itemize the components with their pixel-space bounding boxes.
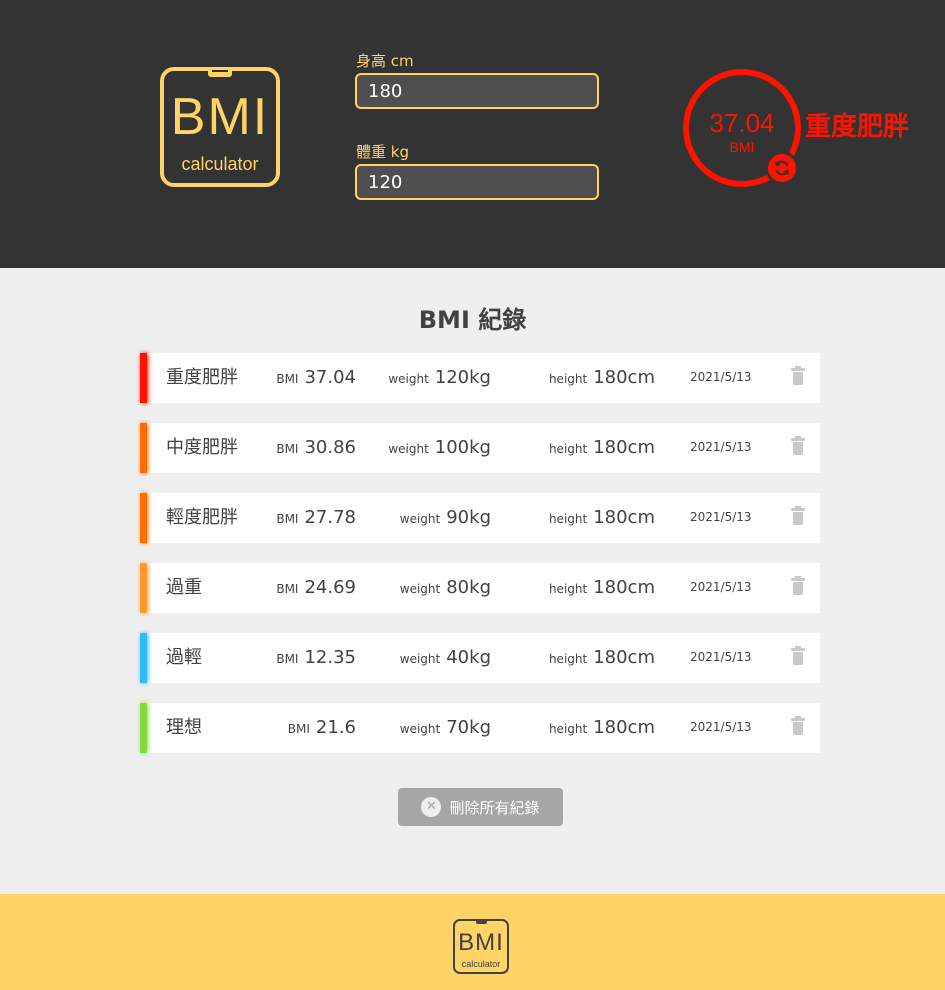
status-color-bar [140,353,147,403]
list-item: 重度肥胖 BMI 37.04 weight 120kg height 180cm 20… [140,353,820,403]
records-list: 重度肥胖 BMI 37.04 weight 120kg height 180cm 20… [140,353,820,773]
weight-label: 體重 kg [356,143,409,161]
record-height: height 180cm [548,367,655,388]
record-height: height 180cm [548,507,655,528]
refresh-button[interactable] [765,151,799,185]
record-date: 2021/5/13 [690,440,752,454]
list-item: 輕度肥胖 BMI 27.78 weight 90kg height 180cm 202… [140,493,820,543]
list-item: 過重 BMI 24.69 weight 80kg height 180cm 2021/… [140,563,820,613]
list-item: 過輕 BMI 12.35 weight 40kg height 180cm 2021/… [140,633,820,683]
status-color-bar [140,493,147,543]
record-weight: weight 120kg [388,367,491,388]
clear-all-records-button[interactable]: ✕ 刪除所有紀錄 [398,788,563,826]
record-date: 2021/5/13 [690,580,752,594]
record-weight: weight 90kg [399,507,491,528]
footer: BMI calculator [0,894,945,990]
weight-input[interactable] [355,164,599,200]
record-weight: weight 70kg [399,717,491,738]
record-status: 重度肥胖 [166,367,238,388]
trash-icon[interactable] [791,506,805,525]
footer-logo-handle-icon [476,919,487,924]
status-color-bar [140,633,147,683]
clear-all-label: 刪除所有紀錄 [449,798,540,817]
record-status: 理想 [166,717,202,738]
record-status: 輕度肥胖 [166,507,238,528]
record-weight: weight 100kg [388,437,491,458]
record-bmi: BMI 24.69 [276,577,356,598]
status-color-bar [140,563,147,613]
status-color-bar [140,703,147,753]
trash-icon[interactable] [791,716,805,735]
result-status: 重度肥胖 [805,112,910,142]
record-status: 中度肥胖 [166,437,238,458]
record-height: height 180cm [548,437,655,458]
footer-logo-subtitle: calculator [461,959,501,969]
record-bmi: BMI 21.6 [287,717,356,738]
trash-icon[interactable] [791,646,805,665]
result-bmi-value: 37.04 [709,108,775,138]
height-input[interactable] [355,73,599,109]
list-item: 理想 BMI 21.6 weight 70kg height 180cm 2021/5… [140,703,820,753]
record-bmi: BMI 12.35 [276,647,356,668]
record-status: 過重 [166,577,202,598]
record-height: height 180cm [548,647,655,668]
logo-handle-icon [208,67,232,77]
result-circle: 37.04 BMI [683,69,801,187]
footer-logo-title: BMI [458,929,504,956]
logo-title: BMI [170,88,270,146]
record-bmi: BMI 27.78 [276,507,356,528]
record-bmi: BMI 37.04 [276,367,356,388]
trash-icon[interactable] [791,436,805,455]
list-item: 中度肥胖 BMI 30.86 weight 100kg height 180cm 20… [140,423,820,473]
records-title: BMI 紀錄 [418,306,527,334]
trash-icon[interactable] [791,366,805,385]
record-date: 2021/5/13 [690,370,752,384]
bmi-logo: BMI calculator [160,67,280,187]
close-circle-icon: ✕ [421,797,442,817]
record-bmi: BMI 30.86 [276,437,356,458]
record-date: 2021/5/13 [690,510,752,524]
record-height: height 180cm [548,717,655,738]
status-color-bar [140,423,147,473]
record-height: height 180cm [548,577,655,598]
record-date: 2021/5/13 [690,650,752,664]
height-label: 身高 cm [356,52,414,70]
logo-subtitle: calculator [181,154,259,174]
record-weight: weight 40kg [399,647,491,668]
trash-icon[interactable] [791,576,805,595]
refresh-icon [775,160,789,176]
record-status: 過輕 [166,647,202,668]
footer-logo: BMI calculator [453,919,509,974]
record-weight: weight 80kg [399,577,491,598]
header: BMI calculator 身高 cm 體重 kg 37.04 BMI 重度肥… [0,0,945,268]
record-date: 2021/5/13 [690,720,752,734]
